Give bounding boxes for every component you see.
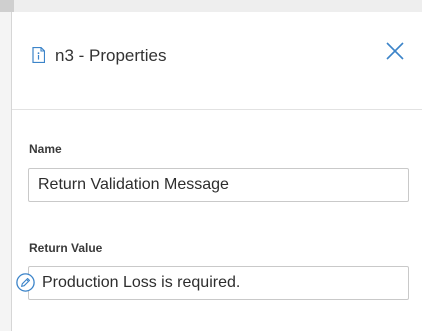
properties-panel: n3 - Properties Name Return Validation M…	[0, 0, 422, 331]
panel-left-border	[0, 12, 12, 331]
pencil-edit-icon[interactable]	[16, 273, 35, 292]
return-value-field[interactable]: Production Loss is required.	[28, 266, 409, 300]
top-strip-edge	[0, 0, 14, 12]
return-value-label: Return Value	[29, 241, 103, 255]
name-label: Name	[29, 142, 62, 156]
document-info-icon	[32, 47, 45, 63]
close-icon[interactable]	[384, 40, 406, 62]
name-field[interactable]: Return Validation Message	[28, 168, 409, 202]
panel-header: n3 - Properties	[12, 12, 422, 110]
panel-title: n3 - Properties	[55, 46, 167, 65]
top-strip	[0, 0, 422, 12]
